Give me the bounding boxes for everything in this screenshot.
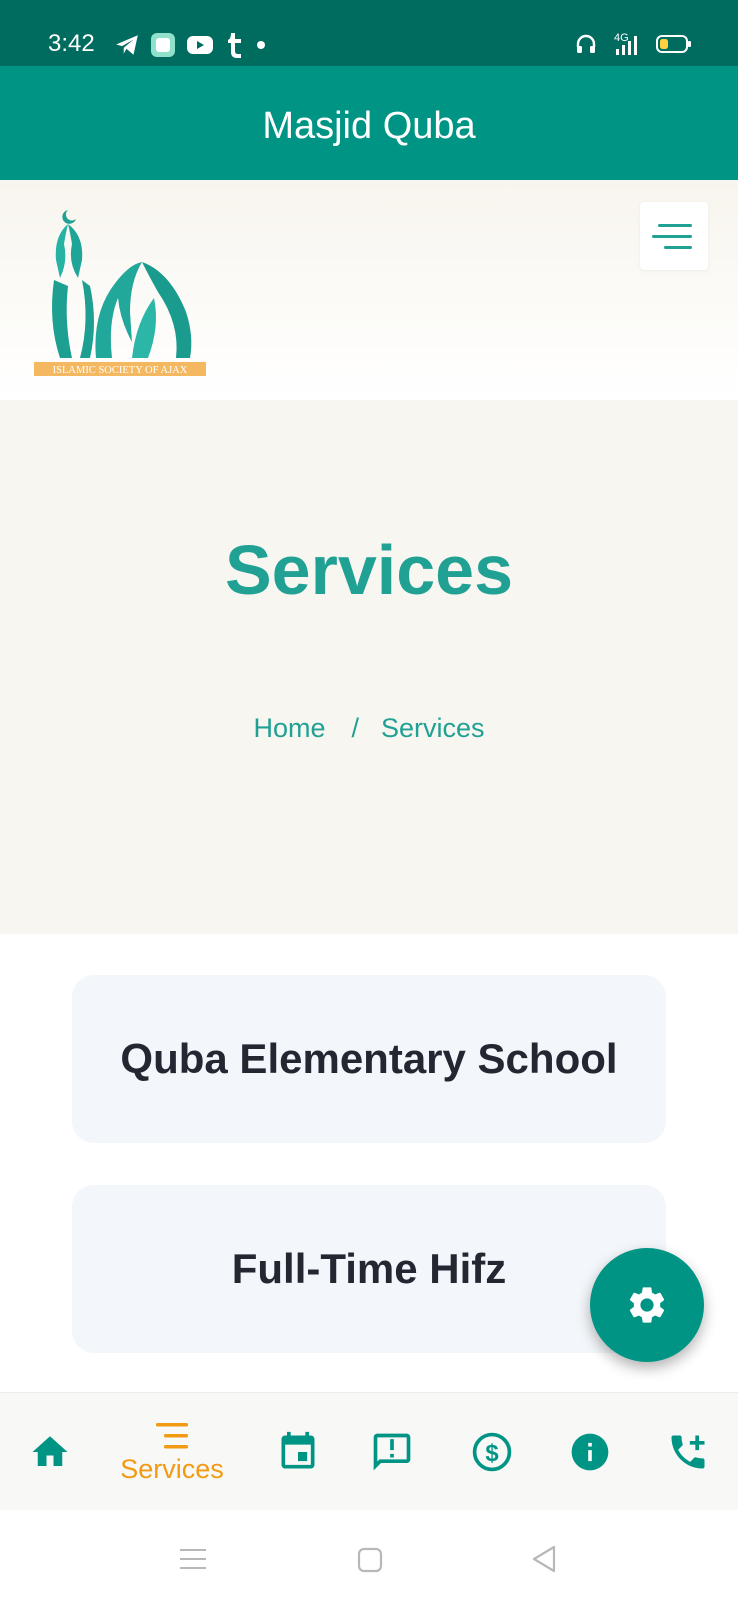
- svg-text:$: $: [485, 1440, 498, 1467]
- calendar-icon: [281, 1431, 315, 1469]
- dot-icon: [257, 41, 265, 49]
- breadcrumb-separator: /: [351, 713, 359, 743]
- breadcrumb-current: Services: [381, 713, 485, 743]
- services-icon: [156, 1423, 188, 1449]
- youtube-icon: [187, 36, 213, 54]
- page-hero: Services Home / Services: [0, 400, 738, 934]
- tumblr-icon: [228, 33, 241, 58]
- nav-services-label: Services: [120, 1454, 224, 1484]
- home-square-icon[interactable]: [356, 1546, 384, 1574]
- nav-services[interactable]: Services: [110, 1393, 234, 1511]
- service-card-full-time-hifz[interactable]: Full-Time Hifz: [72, 1185, 666, 1353]
- bottom-navigation: Services $: [0, 1392, 738, 1510]
- info-icon: [571, 1433, 609, 1471]
- menu-button[interactable]: [640, 202, 708, 270]
- status-time: 3:42: [48, 30, 95, 57]
- battery-icon: [656, 35, 691, 53]
- home-icon: [32, 1436, 68, 1466]
- logo-text: ISLAMIC SOCIETY OF AJAX: [53, 365, 188, 376]
- mosque-logo-icon: ISLAMIC SOCIETY OF AJAX: [34, 210, 206, 376]
- settings-icon: [629, 1287, 665, 1323]
- nav-contact[interactable]: [660, 1393, 716, 1511]
- nav-donate[interactable]: $: [464, 1393, 520, 1511]
- signal-icon: 4G: [614, 32, 637, 55]
- app-title: Masjid Quba: [262, 105, 476, 147]
- logo[interactable]: ISLAMIC SOCIETY OF AJAX: [34, 202, 214, 382]
- status-bar: 3:42 4G: [0, 0, 738, 66]
- headphones-icon: [576, 34, 596, 53]
- app-bar: Masjid Quba: [0, 66, 738, 180]
- notification-icons: [114, 31, 266, 59]
- nav-calendar[interactable]: [270, 1393, 326, 1511]
- breadcrumb-home-link[interactable]: Home: [253, 713, 325, 743]
- system-navigation-bar: [0, 1510, 738, 1600]
- breadcrumb: Home / Services: [0, 712, 738, 744]
- nav-home[interactable]: [22, 1393, 78, 1511]
- service-card-title: Full-Time Hifz: [231, 1245, 507, 1292]
- app-notification-icon: [151, 33, 175, 57]
- settings-fab-button[interactable]: [590, 1248, 704, 1362]
- service-card-quba-elementary-school[interactable]: Quba Elementary School: [72, 975, 666, 1143]
- donate-icon: $: [472, 1432, 512, 1472]
- site-header: ISLAMIC SOCIETY OF AJAX: [0, 180, 738, 400]
- page-title: Services: [224, 531, 514, 609]
- back-icon[interactable]: [530, 1544, 558, 1574]
- service-card-title: Quba Elementary School: [120, 1035, 618, 1082]
- menu-icon: [652, 224, 692, 249]
- feedback-icon: [373, 1433, 411, 1471]
- system-status-icons: 4G: [574, 31, 692, 57]
- network-type: 4G: [614, 32, 629, 44]
- recents-icon[interactable]: [178, 1546, 208, 1572]
- add-call-icon: [671, 1435, 705, 1469]
- telegram-icon: [116, 35, 138, 55]
- nav-info[interactable]: [562, 1393, 618, 1511]
- nav-feedback[interactable]: [364, 1393, 420, 1511]
